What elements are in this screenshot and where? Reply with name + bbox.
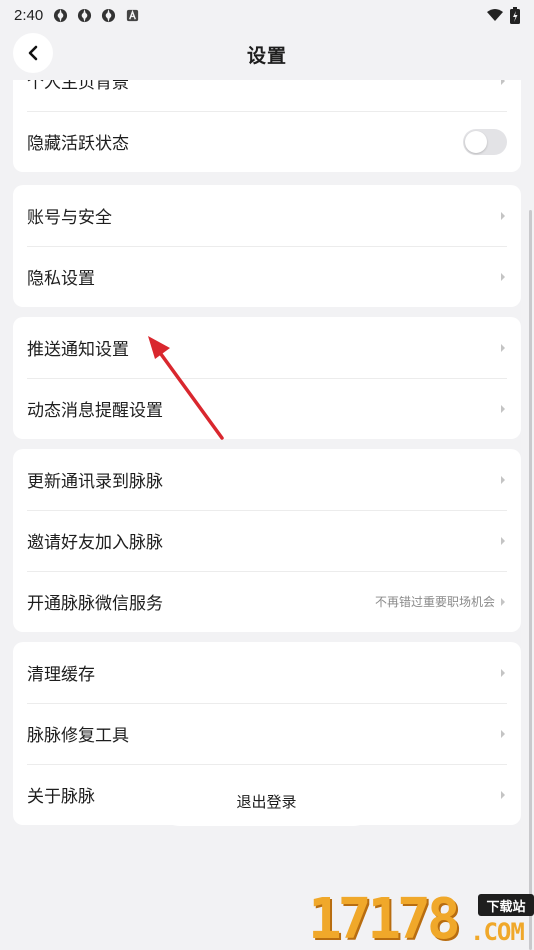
chevron-right-icon (501, 343, 505, 352)
settings-item-profile-background[interactable]: 个人主页背景 (13, 80, 521, 111)
watermark-logo: 17178 下载站 .COM (308, 886, 534, 950)
settings-group-notifications: 推送通知设置 动态消息提醒设置 (13, 317, 521, 439)
watermark-badge: 下载站 (478, 894, 534, 916)
settings-item-label: 动态消息提醒设置 (27, 401, 163, 421)
settings-item-label: 推送通知设置 (27, 340, 129, 360)
settings-item-label: 隐私设置 (27, 269, 95, 289)
settings-group-profile: 个人主页背景 隐藏活跃状态 (13, 80, 521, 172)
settings-item-feed-reminders[interactable]: 动态消息提醒设置 (13, 378, 521, 439)
settings-item-label: 更新通讯录到脉脉 (27, 472, 163, 492)
settings-item-label: 清理缓存 (27, 665, 95, 685)
status-time: 2:40 (14, 6, 44, 24)
settings-item-label: 账号与安全 (27, 208, 112, 228)
settings-item-invite-friends[interactable]: 邀请好友加入脉脉 (13, 510, 521, 571)
settings-item-label: 开通脉脉微信服务 (27, 594, 163, 614)
header: 设置 (0, 30, 534, 78)
settings-item-label: 隐藏活跃状态 (27, 134, 129, 154)
settings-group-account: 账号与安全 隐私设置 (13, 185, 521, 307)
chevron-left-icon (28, 45, 38, 61)
chevron-right-icon (501, 536, 505, 545)
settings-item-label: 个人主页背景 (27, 80, 129, 93)
scrollbar[interactable] (529, 210, 532, 950)
settings-item-wechat-service[interactable]: 开通脉脉微信服务 不再错过重要职场机会 (13, 571, 521, 632)
chevron-right-icon (501, 272, 505, 281)
settings-item-label: 邀请好友加入脉脉 (27, 533, 163, 553)
chevron-right-icon (501, 404, 505, 413)
settings-item-label: 脉脉修复工具 (27, 726, 129, 746)
app-notification-icon (102, 8, 116, 22)
chevron-right-icon (501, 80, 505, 85)
settings-item-account-security[interactable]: 账号与安全 (13, 185, 521, 246)
battery-icon (510, 6, 520, 24)
back-button[interactable] (13, 33, 53, 73)
chevron-right-icon (501, 597, 505, 606)
wifi-icon (487, 9, 503, 21)
watermark-digits: 17178 (308, 887, 461, 950)
chevron-right-icon (501, 668, 505, 677)
page-title: 设置 (246, 44, 287, 67)
settings-item-sync-contacts[interactable]: 更新通讯录到脉脉 (13, 449, 521, 510)
settings-group-contacts: 更新通讯录到脉脉 邀请好友加入脉脉 开通脉脉微信服务 不再错过重要职场机会 (13, 449, 521, 632)
watermark-domain: .COM (470, 918, 525, 946)
app-notification-icon (54, 8, 68, 22)
settings-item-clear-cache[interactable]: 清理缓存 (13, 642, 521, 703)
settings-item-push-notifications[interactable]: 推送通知设置 (13, 317, 521, 378)
logout-button[interactable]: 退出登录 (155, 776, 378, 826)
chevron-right-icon (501, 475, 505, 484)
chevron-right-icon (501, 211, 505, 220)
status-bar: 2:40 (0, 0, 534, 30)
chevron-right-icon (501, 729, 505, 738)
settings-item-hide-active-status[interactable]: 隐藏活跃状态 (13, 111, 521, 172)
settings-item-privacy[interactable]: 隐私设置 (13, 246, 521, 307)
settings-item-repair-tool[interactable]: 脉脉修复工具 (13, 703, 521, 764)
app-notification-icon (78, 8, 92, 22)
hide-active-status-toggle[interactable] (463, 128, 507, 155)
toggle-knob (465, 130, 487, 153)
a-notification-icon (127, 9, 139, 21)
annotation-arrow (148, 336, 224, 440)
settings-item-hint: 不再错过重要职场机会 (374, 595, 495, 609)
chevron-right-icon (501, 790, 505, 799)
